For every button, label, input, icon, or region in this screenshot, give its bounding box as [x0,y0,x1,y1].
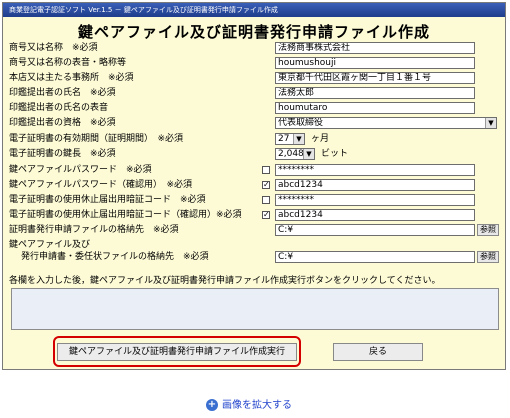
validity-select[interactable]: 27 ▼ [275,133,305,145]
row-suspend-code: 電子証明書の使用休止届出用暗証コード ※必須 ******** [9,194,499,207]
row-address: 本店又は主たる事務所 ※必須 東京都千代田区霞ヶ関一丁目１番１号 [9,72,499,85]
request-dir-browse-button[interactable]: 参照 [477,224,499,236]
key-length-value: 2,048 [278,149,304,159]
zoom-in-icon: + [206,399,218,411]
address-input[interactable]: 東京都千代田区霞ヶ関一丁目１番１号 [275,72,475,84]
address-label: 本店又は主たる事務所 ※必須 [9,73,134,83]
key-dir-input[interactable]: C:¥ [275,251,475,263]
row-key-password-confirm: 鍵ペアファイルパスワード（確認用） ※必須 ✓ abcd1234 [9,179,499,192]
row-company-name: 商号又は名称 ※必須 法務商事株式会社 [9,42,499,55]
validity-unit: ヶ月 [311,134,330,144]
key-password-label: 鍵ペアファイルパスワード ※必須 [9,165,152,175]
company-kana-label: 商号又は名称の表音・略称等 [9,58,127,68]
company-name-label: 商号又は名称 ※必須 [9,43,98,53]
seal-name-label: 印鑑提出者の氏名 ※必須 [9,88,116,98]
zoom-link-label: 画像を拡大する [222,400,292,411]
key-password-confirm-label: 鍵ペアファイルパスワード（確認用） ※必須 [9,180,193,190]
key-password-input[interactable]: ******** [275,164,475,176]
row-seal-title: 印鑑提出者の資格 ※必須 代表取締役 ▼ [9,117,499,130]
company-name-input[interactable]: 法務商事株式会社 [275,42,475,54]
zoom-link[interactable]: + 画像を拡大する [206,396,292,411]
chevron-down-icon[interactable]: ▼ [485,118,496,128]
seal-kana-input[interactable]: houmutaro [275,102,475,114]
seal-name-input[interactable]: 法務太郎 [275,87,475,99]
seal-title-select[interactable]: 代表取締役 ▼ [275,117,497,129]
instruction-text: 各欄を入力した後，鍵ペアファイル及び証明書発行申請ファイル作成実行ボタンをクリッ… [9,276,441,286]
key-password-confirm-input[interactable]: abcd1234 [275,179,475,191]
key-length-unit: ビット [321,149,349,159]
key-length-select[interactable]: 2,048 ▼ [275,148,315,160]
request-dir-label: 証明書発行申請ファイルの格納先 ※必須 [9,225,179,235]
window-titlebar: 商業登記電子認証ソフト Ver.1.5 － 鍵ペアファイル及び証明書発行申請ファ… [3,3,505,17]
validity-value: 27 [278,134,290,144]
suspend-code-input[interactable]: ******** [275,194,475,206]
row-key-dir: 鍵ペアファイル及び 発行申請書・委任状ファイルの格納先 ※必須 C:¥ 参照 [9,239,499,265]
message-area [11,288,499,330]
key-password-confirm-checkbox[interactable]: ✓ [262,181,270,189]
key-dir-label-line2: 発行申請書・委任状ファイルの格納先 ※必須 [21,252,209,262]
key-password-checkbox[interactable] [262,166,270,174]
chevron-down-icon[interactable]: ▼ [303,149,314,159]
row-company-kana: 商号又は名称の表音・略称等 houmushouji [9,57,499,70]
highlight-frame [53,336,301,367]
suspend-code-confirm-input[interactable]: abcd1234 [275,209,475,221]
seal-title-label: 印鑑提出者の資格 ※必須 [9,118,116,128]
row-key-password: 鍵ペアファイルパスワード ※必須 ******** [9,164,499,177]
key-length-label: 電子証明書の鍵長 ※必須 [9,149,116,159]
suspend-code-confirm-checkbox[interactable]: ✓ [262,211,270,219]
row-key-length: 電子証明書の鍵長 ※必須 2,048 ▼ ビット [9,148,499,161]
row-seal-name: 印鑑提出者の氏名 ※必須 法務太郎 [9,87,499,100]
key-dir-browse-button[interactable]: 参照 [477,251,499,263]
dialog-window: 商業登記電子認証ソフト Ver.1.5 － 鍵ペアファイル及び証明書発行申請ファ… [2,2,506,370]
row-request-dir: 証明書発行申請ファイルの格納先 ※必須 C:¥ 参照 [9,224,499,237]
row-seal-kana: 印鑑提出者の氏名の表音 houmutaro [9,102,499,115]
seal-title-value: 代表取締役 [278,118,324,128]
seal-kana-label: 印鑑提出者の氏名の表音 [9,103,109,113]
row-validity: 電子証明書の有効期間（証明期間） ※必須 27 ▼ ヶ月 [9,133,499,146]
suspend-code-confirm-label: 電子証明書の使用休止届出用暗証コード（確認用）※必須 [9,210,242,220]
page-title: 鍵ペアファイル及び証明書発行申請ファイル作成 [77,23,430,41]
back-button[interactable]: 戻る [333,343,423,361]
suspend-code-checkbox[interactable] [262,196,270,204]
suspend-code-label: 電子証明書の使用休止届出用暗証コード ※必須 [9,195,206,205]
validity-label: 電子証明書の有効期間（証明期間） ※必須 [9,134,184,144]
request-dir-input[interactable]: C:¥ [275,224,475,236]
company-kana-input[interactable]: houmushouji [275,57,475,69]
chevron-down-icon[interactable]: ▼ [293,134,304,144]
row-suspend-code-confirm: 電子証明書の使用休止届出用暗証コード（確認用）※必須 ✓ abcd1234 [9,209,499,222]
